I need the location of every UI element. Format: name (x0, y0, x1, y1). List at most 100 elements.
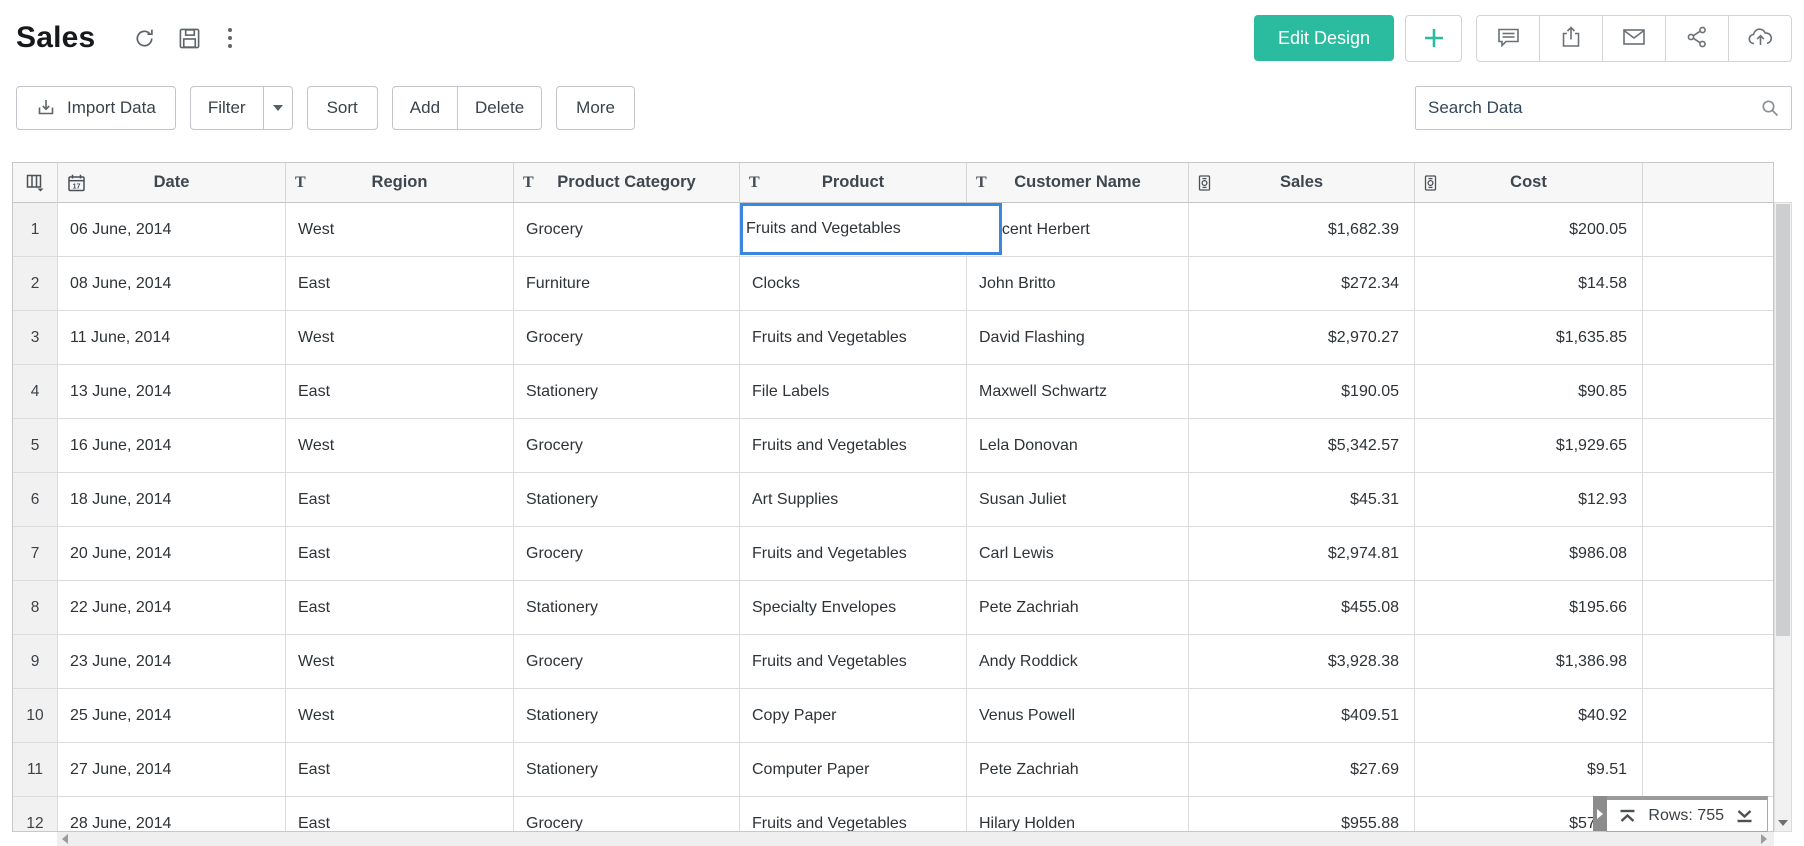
filter-button[interactable]: Filter (191, 87, 263, 129)
cell-customer[interactable]: Lela Donovan (967, 419, 1189, 473)
comment-button[interactable] (1476, 15, 1540, 62)
cell-category[interactable]: Grocery (514, 527, 740, 581)
cell-date[interactable]: 22 June, 2014 (58, 581, 286, 635)
add-new-button[interactable] (1405, 15, 1462, 62)
cell-category[interactable]: Grocery (514, 311, 740, 365)
jump-to-bottom-icon[interactable] (1736, 809, 1753, 823)
cell-sales[interactable]: $1,682.39 (1189, 203, 1415, 257)
cell-sales[interactable]: $3,928.38 (1189, 635, 1415, 689)
cell-region[interactable]: East (286, 581, 514, 635)
cell-num[interactable]: 2 (13, 257, 58, 311)
cell-category[interactable]: Stationery (514, 473, 740, 527)
sort-button[interactable]: Sort (307, 86, 378, 130)
cell-date[interactable]: 06 June, 2014 (58, 203, 286, 257)
cell-product[interactable]: Art Supplies (740, 473, 967, 527)
email-button[interactable] (1602, 15, 1666, 62)
cell-cost[interactable]: $40.92 (1415, 689, 1643, 743)
kebab-menu-icon[interactable] (225, 25, 235, 51)
cell-category[interactable]: Grocery (514, 203, 740, 257)
search-input[interactable] (1416, 98, 1761, 118)
cell-customer[interactable]: Venus Powell (967, 689, 1189, 743)
cell-sales[interactable]: $2,974.81 (1189, 527, 1415, 581)
cell-customer[interactable]: Carl Lewis (967, 527, 1189, 581)
cell-sales[interactable]: $190.05 (1189, 365, 1415, 419)
cell-date[interactable]: 18 June, 2014 (58, 473, 286, 527)
column-header-date[interactable]: 17Date (58, 163, 286, 203)
column-header-row-number[interactable] (13, 163, 58, 203)
cell-region[interactable]: East (286, 257, 514, 311)
vertical-scrollbar[interactable] (1774, 202, 1792, 832)
cell-customer[interactable]: Maxwell Schwartz (967, 365, 1189, 419)
cell-sales[interactable]: $45.31 (1189, 473, 1415, 527)
cell-customer[interactable]: Pete Zachriah (967, 743, 1189, 797)
refresh-icon[interactable] (133, 27, 156, 50)
horizontal-scrollbar[interactable] (57, 832, 1774, 846)
cell-product[interactable]: Copy Paper (740, 689, 967, 743)
cell-cost[interactable]: $986.08 (1415, 527, 1643, 581)
cell-num[interactable]: 11 (13, 743, 58, 797)
cell-sales[interactable]: $409.51 (1189, 689, 1415, 743)
search-icon[interactable] (1761, 99, 1791, 117)
column-header-region[interactable]: TRegion (286, 163, 514, 203)
cell-date[interactable]: 20 June, 2014 (58, 527, 286, 581)
column-header-customer[interactable]: TCustomer Name (967, 163, 1189, 203)
jump-to-top-icon[interactable] (1619, 809, 1636, 823)
vertical-scrollbar-thumb[interactable] (1776, 204, 1790, 636)
cell-num[interactable]: 7 (13, 527, 58, 581)
cell-customer[interactable]: Susan Juliet (967, 473, 1189, 527)
cell-category[interactable]: Furniture (514, 257, 740, 311)
cell-num[interactable]: 1 (13, 203, 58, 257)
scroll-right-button[interactable] (1756, 832, 1772, 846)
cell-cost[interactable]: $90.85 (1415, 365, 1643, 419)
cell-date[interactable]: 23 June, 2014 (58, 635, 286, 689)
cell-date[interactable]: 11 June, 2014 (58, 311, 286, 365)
cell-cost[interactable]: $1,929.65 (1415, 419, 1643, 473)
collapse-badge-tab[interactable] (1593, 796, 1607, 831)
cell-category[interactable]: Stationery (514, 581, 740, 635)
cell-product[interactable]: Computer Paper (740, 743, 967, 797)
cell-product[interactable]: File Labels (740, 365, 967, 419)
add-button[interactable]: Add (393, 87, 457, 129)
cell-customer[interactable]: John Britto (967, 257, 1189, 311)
cell-cost[interactable]: $12.93 (1415, 473, 1643, 527)
cell-date[interactable]: 27 June, 2014 (58, 743, 286, 797)
cell-product[interactable]: Fruits and Vegetables (740, 419, 967, 473)
cell-date[interactable]: 25 June, 2014 (58, 689, 286, 743)
cell-date[interactable]: 28 June, 2014 (58, 797, 286, 832)
save-icon[interactable] (178, 27, 201, 50)
cell-sales[interactable]: $455.08 (1189, 581, 1415, 635)
export-button[interactable] (1539, 15, 1603, 62)
cell-region[interactable]: West (286, 635, 514, 689)
share-button[interactable] (1665, 15, 1729, 62)
cell-cost[interactable]: $14.58 (1415, 257, 1643, 311)
cell-num[interactable]: 10 (13, 689, 58, 743)
cell-num[interactable]: 12 (13, 797, 58, 832)
cell-customer[interactable]: Hilary Holden (967, 797, 1189, 832)
cell-cost[interactable]: $195.66 (1415, 581, 1643, 635)
delete-button[interactable]: Delete (457, 87, 541, 129)
cell-customer[interactable]: David Flashing (967, 311, 1189, 365)
cell-region[interactable]: East (286, 527, 514, 581)
cell-sales[interactable]: $5,342.57 (1189, 419, 1415, 473)
cell-product[interactable]: Fruits and Vegetables (740, 527, 967, 581)
cell-num[interactable]: 8 (13, 581, 58, 635)
cell-sales[interactable]: $955.88 (1189, 797, 1415, 832)
cell-region[interactable]: West (286, 203, 514, 257)
cell-cost[interactable]: $1,635.85 (1415, 311, 1643, 365)
cell-num[interactable]: 4 (13, 365, 58, 419)
cell-region[interactable]: East (286, 365, 514, 419)
cell-num[interactable]: 6 (13, 473, 58, 527)
cell-region[interactable]: West (286, 419, 514, 473)
column-header-cost[interactable]: Cost (1415, 163, 1643, 203)
column-header-product[interactable]: TProduct (740, 163, 967, 203)
cloud-upload-button[interactable] (1728, 15, 1792, 62)
cell-product[interactable]: Fruits and Vegetables (740, 311, 967, 365)
cell-sales[interactable]: $2,970.27 (1189, 311, 1415, 365)
cell-date[interactable]: 13 June, 2014 (58, 365, 286, 419)
edit-design-button[interactable]: Edit Design (1254, 15, 1394, 61)
cell-product[interactable]: Specialty Envelopes (740, 581, 967, 635)
cell-product[interactable]: Clocks (740, 257, 967, 311)
cell-category[interactable]: Stationery (514, 743, 740, 797)
cell-region[interactable]: West (286, 689, 514, 743)
cell-region[interactable]: East (286, 743, 514, 797)
